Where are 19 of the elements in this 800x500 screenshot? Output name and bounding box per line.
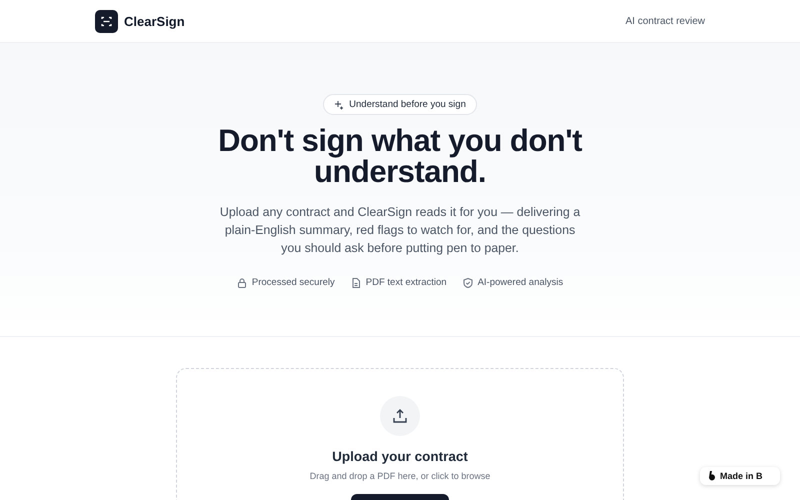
lock-icon [236,278,247,288]
upload-hint: Drag and drop a PDF here, or click to browse [310,471,490,481]
feature-label: AI-powered analysis [478,277,564,288]
feature-label: Processed securely [252,277,335,288]
upload-title: Upload your contract [332,449,468,464]
bolt-logo-icon [708,471,716,481]
scan-logo-icon [95,10,118,32]
document-icon [350,278,361,288]
brand-name: ClearSign [124,14,185,28]
sparkle-icon [334,100,344,110]
hero-title: Don't sign what you don't understand. [218,125,582,187]
hero-description: Upload any contract and ClearSign reads it for you — delivering a plain-English summary, red flags to watch for, and the questions you should ask before putting pen to paper. [218,204,582,257]
shield-check-icon [462,278,473,288]
nav-link[interactable]: AI contract review [626,16,705,26]
made-in-badge[interactable]: Made in B [700,467,780,485]
feature-label: PDF text extraction [366,277,447,288]
upload-icon [392,408,408,424]
tagline-text: Understand before you sign [349,99,466,110]
upload-dropzone[interactable]: Upload your contract Drag and drop a PDF here, or click to browse [176,368,624,500]
